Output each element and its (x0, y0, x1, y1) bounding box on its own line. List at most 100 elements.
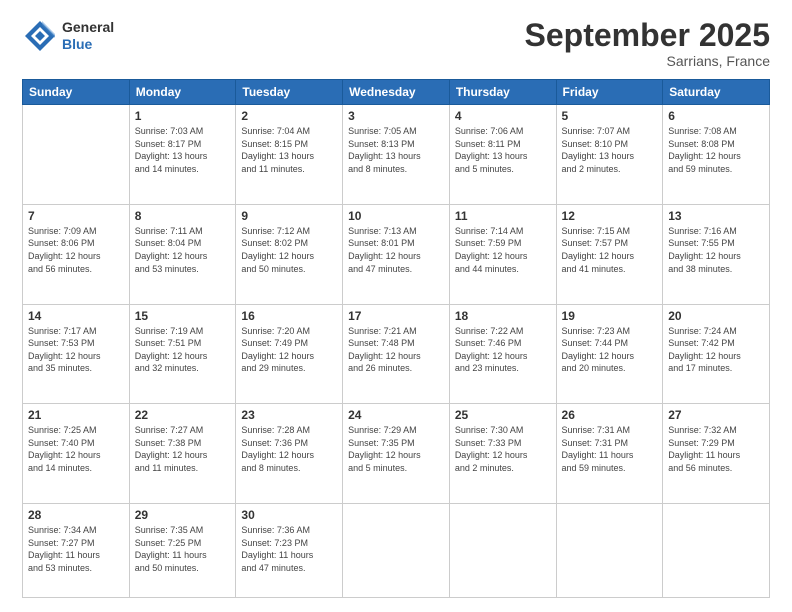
table-row: 10 Sunrise: 7:13 AMSunset: 8:01 PMDayligh… (343, 204, 450, 304)
day-info: Sunrise: 7:20 AMSunset: 7:49 PMDaylight:… (241, 326, 314, 374)
day-info: Sunrise: 7:36 AMSunset: 7:23 PMDaylight:… (241, 525, 313, 573)
day-number: 29 (135, 508, 231, 522)
table-row: 25 Sunrise: 7:30 AMSunset: 7:33 PMDayligh… (449, 404, 556, 504)
day-number: 14 (28, 309, 124, 323)
logo-general-text: General (62, 19, 114, 36)
page: General Blue September 2025 Sarrians, Fr… (0, 0, 792, 612)
calendar-week-row: 1 Sunrise: 7:03 AMSunset: 8:17 PMDaylight… (23, 105, 770, 205)
day-info: Sunrise: 7:12 AMSunset: 8:02 PMDaylight:… (241, 226, 314, 274)
col-sunday: Sunday (23, 80, 130, 105)
table-row: 28Sunrise: 7:34 AMSunset: 7:27 PMDayligh… (23, 504, 130, 598)
day-number: 6 (668, 109, 764, 123)
calendar-header-row: Sunday Monday Tuesday Wednesday Thursday… (23, 80, 770, 105)
col-tuesday: Tuesday (236, 80, 343, 105)
day-number: 16 (241, 309, 337, 323)
day-number: 13 (668, 209, 764, 223)
day-number: 18 (455, 309, 551, 323)
table-row: 1 Sunrise: 7:03 AMSunset: 8:17 PMDaylight… (129, 105, 236, 205)
day-number: 30 (241, 508, 337, 522)
table-row: 9 Sunrise: 7:12 AMSunset: 8:02 PMDaylight… (236, 204, 343, 304)
table-row: 16 Sunrise: 7:20 AMSunset: 7:49 PMDayligh… (236, 304, 343, 404)
page-subtitle: Sarrians, France (525, 53, 770, 69)
col-monday: Monday (129, 80, 236, 105)
table-row: 26Sunrise: 7:31 AMSunset: 7:31 PMDayligh… (556, 404, 663, 504)
day-info: Sunrise: 7:06 AMSunset: 8:11 PMDaylight:… (455, 126, 528, 174)
day-number: 9 (241, 209, 337, 223)
table-row: 11 Sunrise: 7:14 AMSunset: 7:59 PMDayligh… (449, 204, 556, 304)
day-info: Sunrise: 7:09 AMSunset: 8:06 PMDaylight:… (28, 226, 101, 274)
calendar-week-row: 7Sunrise: 7:09 AMSunset: 8:06 PMDaylight… (23, 204, 770, 304)
day-info: Sunrise: 7:27 AMSunset: 7:38 PMDaylight:… (135, 425, 208, 473)
table-row (449, 504, 556, 598)
day-number: 10 (348, 209, 444, 223)
table-row: 3Sunrise: 7:05 AMSunset: 8:13 PMDaylight… (343, 105, 450, 205)
col-friday: Friday (556, 80, 663, 105)
day-info: Sunrise: 7:11 AMSunset: 8:04 PMDaylight:… (135, 226, 208, 274)
calendar-table: Sunday Monday Tuesday Wednesday Thursday… (22, 79, 770, 598)
day-info: Sunrise: 7:23 AMSunset: 7:44 PMDaylight:… (562, 326, 635, 374)
table-row: 4Sunrise: 7:06 AMSunset: 8:11 PMDaylight… (449, 105, 556, 205)
day-number: 24 (348, 408, 444, 422)
calendar-week-row: 14Sunrise: 7:17 AMSunset: 7:53 PMDayligh… (23, 304, 770, 404)
title-block: September 2025 Sarrians, France (525, 18, 770, 69)
table-row: 22 Sunrise: 7:27 AMSunset: 7:38 PMDayligh… (129, 404, 236, 504)
day-number: 27 (668, 408, 764, 422)
table-row: 8 Sunrise: 7:11 AMSunset: 8:04 PMDaylight… (129, 204, 236, 304)
day-info: Sunrise: 7:24 AMSunset: 7:42 PMDaylight:… (668, 326, 741, 374)
day-info: Sunrise: 7:31 AMSunset: 7:31 PMDaylight:… (562, 425, 634, 473)
table-row: 23Sunrise: 7:28 AMSunset: 7:36 PMDayligh… (236, 404, 343, 504)
day-number: 20 (668, 309, 764, 323)
header: General Blue September 2025 Sarrians, Fr… (22, 18, 770, 69)
day-info: Sunrise: 7:19 AMSunset: 7:51 PMDaylight:… (135, 326, 208, 374)
col-thursday: Thursday (449, 80, 556, 105)
day-number: 5 (562, 109, 658, 123)
calendar-week-row: 28Sunrise: 7:34 AMSunset: 7:27 PMDayligh… (23, 504, 770, 598)
day-info: Sunrise: 7:29 AMSunset: 7:35 PMDaylight:… (348, 425, 421, 473)
col-wednesday: Wednesday (343, 80, 450, 105)
day-number: 8 (135, 209, 231, 223)
day-number: 2 (241, 109, 337, 123)
day-info: Sunrise: 7:03 AMSunset: 8:17 PMDaylight:… (135, 126, 208, 174)
table-row: 27Sunrise: 7:32 AMSunset: 7:29 PMDayligh… (663, 404, 770, 504)
day-info: Sunrise: 7:05 AMSunset: 8:13 PMDaylight:… (348, 126, 421, 174)
table-row: 13Sunrise: 7:16 AMSunset: 7:55 PMDayligh… (663, 204, 770, 304)
table-row: 21 Sunrise: 7:25 AMSunset: 7:40 PMDayligh… (23, 404, 130, 504)
table-row: 15 Sunrise: 7:19 AMSunset: 7:51 PMDayligh… (129, 304, 236, 404)
table-row: 14Sunrise: 7:17 AMSunset: 7:53 PMDayligh… (23, 304, 130, 404)
table-row: 12 Sunrise: 7:15 AMSunset: 7:57 PMDayligh… (556, 204, 663, 304)
table-row: 20 Sunrise: 7:24 AMSunset: 7:42 PMDayligh… (663, 304, 770, 404)
day-info: Sunrise: 7:25 AMSunset: 7:40 PMDaylight:… (28, 425, 101, 473)
day-info: Sunrise: 7:34 AMSunset: 7:27 PMDaylight:… (28, 525, 100, 573)
day-number: 15 (135, 309, 231, 323)
day-number: 25 (455, 408, 551, 422)
logo: General Blue (22, 18, 114, 54)
table-row: 19Sunrise: 7:23 AMSunset: 7:44 PMDayligh… (556, 304, 663, 404)
day-number: 11 (455, 209, 551, 223)
day-number: 1 (135, 109, 231, 123)
day-info: Sunrise: 7:14 AMSunset: 7:59 PMDaylight:… (455, 226, 528, 274)
day-info: Sunrise: 7:13 AMSunset: 8:01 PMDaylight:… (348, 226, 421, 274)
page-title: September 2025 (525, 18, 770, 53)
day-number: 22 (135, 408, 231, 422)
day-number: 21 (28, 408, 124, 422)
day-info: Sunrise: 7:07 AMSunset: 8:10 PMDaylight:… (562, 126, 635, 174)
day-info: Sunrise: 7:30 AMSunset: 7:33 PMDaylight:… (455, 425, 528, 473)
day-number: 17 (348, 309, 444, 323)
table-row: 2 Sunrise: 7:04 AMSunset: 8:15 PMDaylight… (236, 105, 343, 205)
day-info: Sunrise: 7:35 AMSunset: 7:25 PMDaylight:… (135, 525, 207, 573)
table-row (663, 504, 770, 598)
day-info: Sunrise: 7:15 AMSunset: 7:57 PMDaylight:… (562, 226, 635, 274)
table-row: 7Sunrise: 7:09 AMSunset: 8:06 PMDaylight… (23, 204, 130, 304)
table-row: 6 Sunrise: 7:08 AMSunset: 8:08 PMDaylight… (663, 105, 770, 205)
day-number: 12 (562, 209, 658, 223)
day-info: Sunrise: 7:08 AMSunset: 8:08 PMDaylight:… (668, 126, 741, 174)
logo-icon (22, 18, 58, 54)
calendar-week-row: 21 Sunrise: 7:25 AMSunset: 7:40 PMDayligh… (23, 404, 770, 504)
table-row: 29 Sunrise: 7:35 AMSunset: 7:25 PMDayligh… (129, 504, 236, 598)
table-row: 24 Sunrise: 7:29 AMSunset: 7:35 PMDayligh… (343, 404, 450, 504)
day-info: Sunrise: 7:04 AMSunset: 8:15 PMDaylight:… (241, 126, 314, 174)
day-info: Sunrise: 7:21 AMSunset: 7:48 PMDaylight:… (348, 326, 421, 374)
col-saturday: Saturday (663, 80, 770, 105)
table-row: 30 Sunrise: 7:36 AMSunset: 7:23 PMDayligh… (236, 504, 343, 598)
table-row: 5 Sunrise: 7:07 AMSunset: 8:10 PMDaylight… (556, 105, 663, 205)
